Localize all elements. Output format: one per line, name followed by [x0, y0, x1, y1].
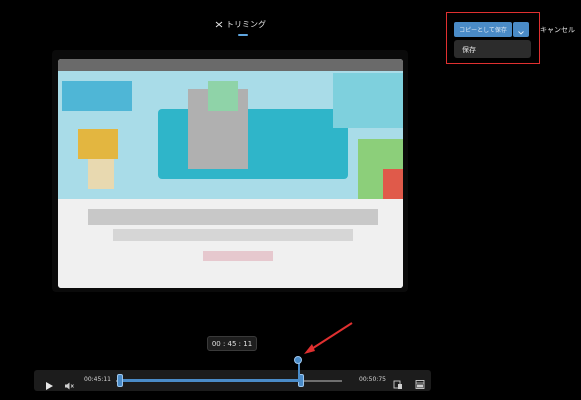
trim-range [121, 379, 302, 382]
mute-icon[interactable] [64, 376, 74, 390]
trim-end-time: 00:50:75 [359, 376, 386, 383]
trim-start-handle[interactable] [117, 374, 123, 387]
trim-start-time: 00:45:11 [84, 376, 111, 383]
aspect-icon[interactable] [393, 375, 403, 389]
play-icon[interactable] [44, 376, 54, 390]
playhead-knob[interactable] [294, 356, 302, 364]
annotation-arrow [304, 322, 353, 354]
film-icon[interactable] [415, 375, 425, 389]
